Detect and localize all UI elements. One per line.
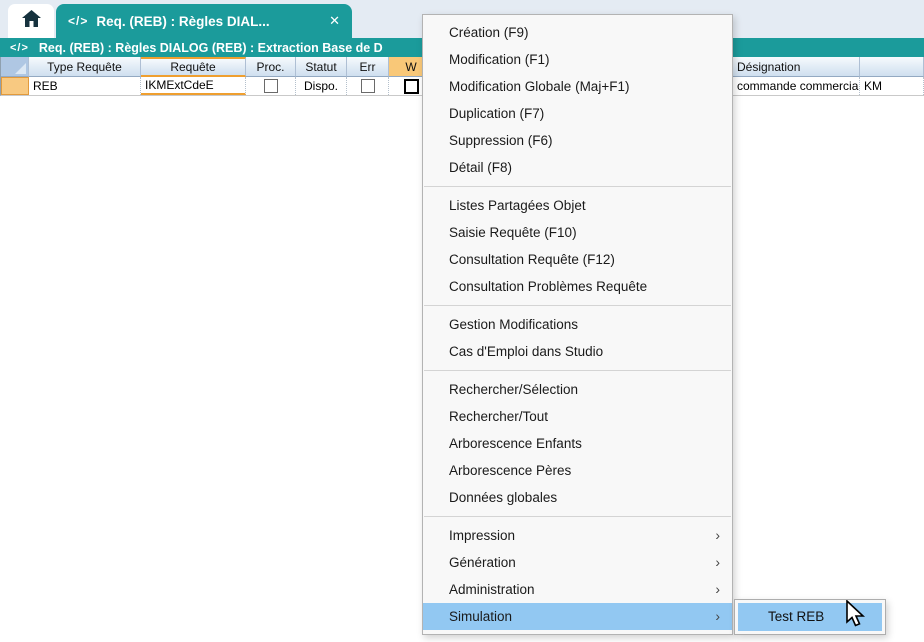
menu-item-gestion-modifications[interactable]: Gestion Modifications: [423, 311, 732, 338]
menu-item-label: Impression: [449, 528, 515, 543]
menu-separator: [424, 516, 731, 517]
menu-item-label: Simulation: [449, 609, 512, 624]
chevron-right-icon: ›: [715, 549, 720, 576]
w-checkbox-focused[interactable]: [404, 79, 419, 94]
chevron-right-icon: ›: [715, 576, 720, 603]
menu-item-label: Génération: [449, 555, 516, 570]
menu-item-consultation-problemes[interactable]: Consultation Problèmes Requête: [423, 273, 732, 300]
menu-item-rechercher-tout[interactable]: Rechercher/Tout: [423, 403, 732, 430]
err-checkbox[interactable]: [361, 79, 375, 93]
menu-separator: [424, 370, 731, 371]
menu-item-donnees-globales[interactable]: Données globales: [423, 484, 732, 511]
menu-item-listes-partagees[interactable]: Listes Partagées Objet: [423, 192, 732, 219]
code-icon: </>: [68, 14, 88, 28]
menu-item-creation[interactable]: Création (F9): [423, 19, 732, 46]
tab-label: Req. (REB) : Règles DIAL...: [96, 14, 269, 29]
mouse-cursor-icon: [845, 600, 869, 633]
cell-type-requete[interactable]: REB: [29, 77, 141, 95]
row-selector-cell[interactable]: [1, 77, 29, 95]
menu-item-impression[interactable]: Impression ›: [423, 522, 732, 549]
menu-item-administration[interactable]: Administration ›: [423, 576, 732, 603]
column-header-err[interactable]: Err: [347, 57, 389, 77]
menu-item-saisie-requete[interactable]: Saisie Requête (F10): [423, 219, 732, 246]
cell-designation[interactable]: commande commerciales: [733, 77, 860, 95]
code-icon: </>: [10, 42, 29, 54]
cell-err[interactable]: [347, 77, 389, 95]
view-title: Req. (REB) : Règles DIALOG (REB) : Extra…: [39, 41, 383, 55]
column-header-designation[interactable]: Désignation: [733, 57, 860, 77]
tab-close-icon[interactable]: ✕: [329, 13, 340, 29]
column-header-proc[interactable]: Proc.: [246, 57, 296, 77]
menu-item-modification-globale[interactable]: Modification Globale (Maj+F1): [423, 73, 732, 100]
menu-item-suppression[interactable]: Suppression (F6): [423, 127, 732, 154]
menu-item-simulation[interactable]: Simulation ›: [423, 603, 732, 630]
menu-item-generation[interactable]: Génération ›: [423, 549, 732, 576]
proc-checkbox[interactable]: [264, 79, 278, 93]
column-header-last[interactable]: [860, 57, 924, 77]
menu-item-arborescence-enfants[interactable]: Arborescence Enfants: [423, 430, 732, 457]
app-window: </> Req. (REB) : Règles DIAL... ✕ </> Re…: [0, 0, 924, 642]
menu-item-rechercher-selection[interactable]: Rechercher/Sélection: [423, 376, 732, 403]
column-header-statut[interactable]: Statut: [296, 57, 347, 77]
chevron-right-icon: ›: [715, 603, 720, 630]
corner-triangle-icon: [15, 63, 26, 74]
menu-item-modification[interactable]: Modification (F1): [423, 46, 732, 73]
menu-item-label: Administration: [449, 582, 535, 597]
menu-item-duplication[interactable]: Duplication (F7): [423, 100, 732, 127]
tab-req-reb[interactable]: </> Req. (REB) : Règles DIAL... ✕: [56, 4, 352, 38]
home-icon: [22, 10, 41, 32]
menu-separator: [424, 305, 731, 306]
cell-proc[interactable]: [246, 77, 296, 95]
grid-corner-selector[interactable]: [1, 57, 29, 77]
home-tab[interactable]: [8, 4, 54, 38]
cell-requete[interactable]: IKMExtCdeE: [141, 77, 246, 95]
menu-item-detail[interactable]: Détail (F8): [423, 154, 732, 181]
menu-item-cas-emploi-studio[interactable]: Cas d'Emploi dans Studio: [423, 338, 732, 365]
menu-item-arborescence-peres[interactable]: Arborescence Pères: [423, 457, 732, 484]
column-header-requete[interactable]: Requête: [141, 57, 246, 77]
cell-statut[interactable]: Dispo.: [296, 77, 347, 95]
menu-separator: [424, 186, 731, 187]
menu-item-consultation-requete[interactable]: Consultation Requête (F12): [423, 246, 732, 273]
column-header-type-requete[interactable]: Type Requête: [29, 57, 141, 77]
context-menu: Création (F9) Modification (F1) Modifica…: [422, 14, 733, 635]
chevron-right-icon: ›: [715, 522, 720, 549]
cell-last[interactable]: KM: [860, 77, 924, 95]
